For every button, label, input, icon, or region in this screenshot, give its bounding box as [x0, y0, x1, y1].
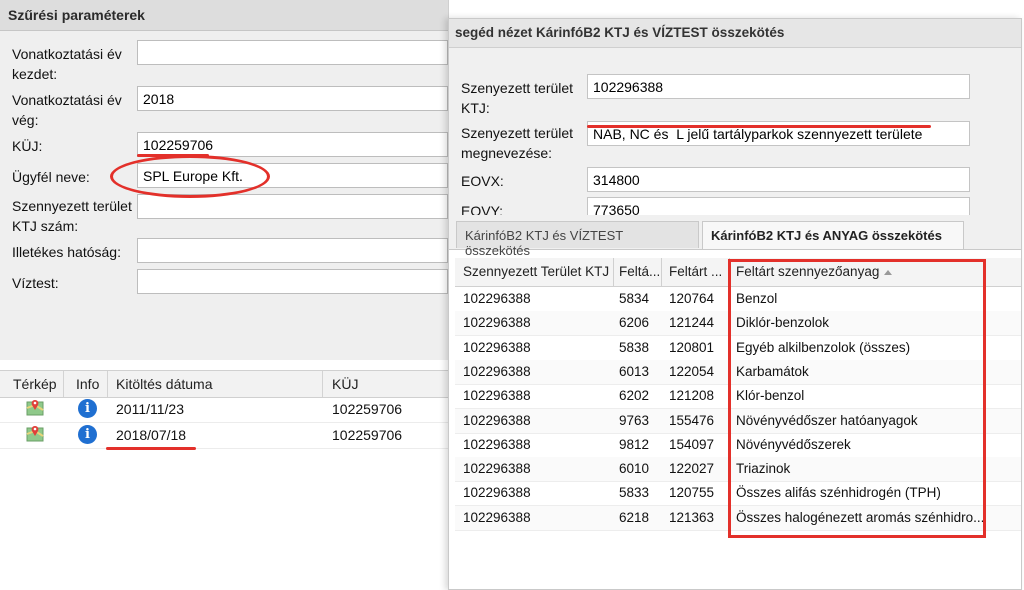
cell-feltart-a: 5833: [619, 485, 650, 501]
cell-feltart-b: 120764: [669, 291, 715, 306]
cell-ktj: 102296388: [463, 291, 531, 306]
table-row[interactable]: i 2018/07/18 102259706: [0, 423, 448, 449]
cell-feltart-a: 5834: [619, 291, 650, 306]
ktj-field[interactable]: [587, 74, 970, 99]
left-grid-header: Térkép Info Kitöltés dátuma KÜJ: [0, 370, 448, 398]
filter-panel-header: Szűrési paraméterek: [0, 0, 448, 31]
field-label-year-start: Vonatkoztatási év kezdet:: [12, 46, 122, 82]
cell-feltart-b: 121363: [669, 509, 715, 525]
cell-ktj: 102296388: [463, 485, 531, 501]
cell-feltart-a: 5838: [619, 339, 650, 355]
cell-feltart-a: 9763: [619, 412, 650, 428]
cell-ktj: 102296388: [463, 339, 531, 355]
cell-feltart-b: 121244: [669, 315, 715, 331]
eovx-field[interactable]: [587, 167, 970, 192]
field-label-water-body: Víztest:: [12, 275, 59, 291]
detail-window-title: segéd nézet KárinfóB2 KTJ és VÍZTEST öss…: [455, 25, 785, 40]
cell-ktj: 102296388: [463, 388, 531, 404]
column-header-info[interactable]: Info: [76, 376, 99, 392]
map-icon[interactable]: [26, 399, 44, 417]
column-header-kuj[interactable]: KÜJ: [332, 376, 358, 392]
detail-window-header[interactable]: segéd nézet KárinfóB2 KTJ és VÍZTEST öss…: [449, 19, 1021, 48]
cell-kuj: 102259706: [332, 401, 403, 417]
field-label-year-end: Vonatkoztatási év vég:: [12, 92, 122, 128]
info-icon[interactable]: i: [78, 399, 97, 418]
red-circle-annotation: [110, 155, 270, 198]
cell-feltart-b: 122054: [669, 363, 715, 379]
year-start-input[interactable]: [137, 40, 448, 65]
field-label-ktj: Szenyezett terület KTJ:: [461, 80, 574, 116]
column-header-fill-date[interactable]: Kitöltés dátuma: [116, 376, 213, 392]
red-underline-annotation: [587, 125, 931, 128]
cell-feltart-a: 6013: [619, 363, 650, 379]
detail-window: segéd nézet KárinfóB2 KTJ és VÍZTEST öss…: [448, 18, 1022, 590]
cell-feltart-b: 121208: [669, 388, 715, 404]
tab-water-body-link[interactable]: KárinfóB2 KTJ és VÍZTEST összekötés: [456, 221, 699, 258]
cell-fill-date: 2018/07/18: [116, 427, 187, 443]
field-label-area-name: Szenyezett terület megnevezése:: [461, 125, 574, 161]
red-underline-annotation: [137, 154, 209, 157]
column-header-feltart-b[interactable]: Feltárt ...: [669, 264, 722, 279]
cell-ktj: 102296388: [463, 461, 531, 477]
cell-ktj: 102296388: [463, 412, 531, 428]
red-box-annotation: [728, 259, 986, 538]
cell-feltart-a: 6202: [619, 388, 650, 404]
cell-fill-date: 2011/11/23: [116, 401, 184, 417]
detail-form: Szenyezett terület KTJ: Szenyezett terül…: [449, 48, 1021, 243]
cell-feltart-a: 9812: [619, 436, 650, 452]
cell-feltart-b: 122027: [669, 461, 715, 477]
cell-ktj: 102296388: [463, 363, 531, 379]
column-header-feltart-a[interactable]: Feltá...: [619, 264, 660, 279]
field-label-authority: Illetékes hatóság:: [12, 244, 121, 260]
column-header-map[interactable]: Térkép: [13, 376, 57, 392]
cell-feltart-b: 120801: [669, 339, 715, 355]
red-underline-annotation: [106, 447, 196, 450]
cell-feltart-b: 155476: [669, 412, 715, 428]
cell-ktj: 102296388: [463, 436, 531, 452]
cell-feltart-b: 154097: [669, 436, 715, 452]
tab-substance-link[interactable]: KárinfóB2 KTJ és ANYAG összekötés: [702, 221, 964, 249]
authority-input[interactable]: [137, 238, 448, 263]
field-label-eovx: EOVX:: [461, 173, 504, 189]
cell-feltart-a: 6218: [619, 509, 650, 525]
cell-ktj: 102296388: [463, 315, 531, 331]
cell-feltart-a: 6010: [619, 461, 650, 477]
cell-kuj: 102259706: [332, 427, 403, 443]
cell-feltart-a: 6206: [619, 315, 650, 331]
map-icon[interactable]: [26, 425, 44, 443]
water-body-input[interactable]: [137, 269, 448, 294]
info-icon[interactable]: i: [78, 425, 97, 444]
filter-panel-title: Szűrési paraméterek: [8, 7, 145, 23]
cell-ktj: 102296388: [463, 509, 531, 525]
table-row[interactable]: i 2011/11/23 102259706: [0, 397, 448, 423]
cell-feltart-b: 120755: [669, 485, 715, 501]
column-header-ktj[interactable]: Szennyezett Terület KTJ: [463, 264, 609, 279]
field-label-ktj-number: Szennyezett terület KTJ szám:: [12, 198, 132, 234]
field-label-kuj: KÜJ:: [12, 138, 43, 154]
year-end-input[interactable]: [137, 86, 448, 111]
tab-bar: KárinfóB2 KTJ és VÍZTEST összekötés Kári…: [449, 215, 1021, 258]
